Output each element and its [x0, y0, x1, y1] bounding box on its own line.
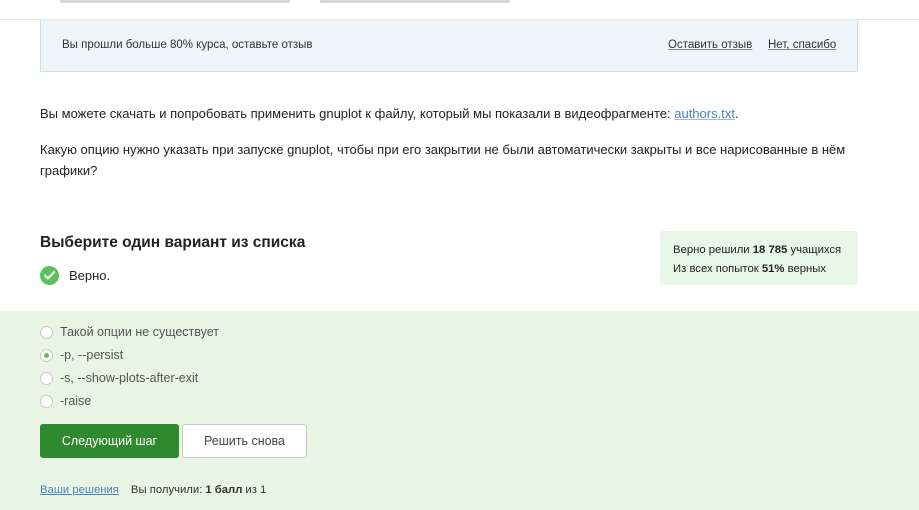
option-label: -p, --persist [60, 348, 124, 362]
quiz-heading: Выберите один вариант из списка [40, 234, 306, 251]
radio-button[interactable] [40, 394, 53, 408]
download-text: Вы можете скачать и попробовать применит… [40, 106, 675, 121]
question-text: Какую опцию нужно указать при запуске gn… [40, 142, 846, 178]
solved-prefix: Верно решили [673, 244, 753, 256]
no-thanks-link[interactable]: Нет, спасибо [768, 39, 836, 51]
your-solutions-link[interactable]: Ваши решения [40, 484, 119, 496]
score-suffix: из 1 [245, 484, 267, 496]
verdict-text: Верно. [69, 267, 111, 283]
retry-button[interactable]: Решить снова [182, 424, 307, 458]
option-no-such-option[interactable]: Такой опции не существует [40, 324, 219, 340]
authors-file-link[interactable]: authors.txt [674, 106, 735, 121]
sentence-end: . [734, 106, 739, 121]
option-label: Такой опции не существует [60, 325, 219, 339]
score-value: 1 балл [205, 484, 243, 496]
checkmark-icon [40, 265, 59, 285]
option-persist[interactable]: -p, --persist [40, 347, 123, 363]
option-label: -s, --show-plots-after-exit [60, 371, 199, 385]
radio-button[interactable] [40, 325, 53, 339]
attempts-percent: 51% [761, 263, 785, 275]
step-text-download: Вы можете скачать и попробовать применит… [40, 106, 739, 121]
radio-button-selected[interactable] [40, 348, 53, 362]
cut-off-text [320, 0, 510, 3]
cut-off-text [60, 0, 290, 3]
solved-count: 18 785 [752, 244, 788, 256]
feedback-message: Вы прошли больше 80% курса, оставьте отз… [62, 39, 313, 51]
solved-line: Верно решили 18 785 учащихся [673, 241, 858, 260]
attempts-line: Из всех попыток 51% верных [673, 260, 858, 279]
answer-area: Такой опции не существует -p, --persist … [0, 311, 919, 510]
attempts-suffix: верных [784, 263, 827, 275]
attempts-prefix: Из всех попыток [673, 263, 762, 275]
radio-dot [44, 352, 49, 358]
stats-box: Верно решили 18 785 учащихся Из всех поп… [660, 231, 858, 285]
leave-review-link[interactable]: Оставить отзыв [668, 39, 752, 51]
solved-suffix: учащихся [787, 244, 842, 256]
radio-button[interactable] [40, 371, 53, 385]
next-step-button[interactable]: Следующий шаг [40, 424, 179, 458]
top-cutoff-strip [0, 0, 919, 20]
option-show-plots[interactable]: -s, --show-plots-after-exit [40, 370, 198, 386]
result-footer: Ваши решения Вы получили: 1 балл из 1 [40, 484, 266, 496]
feedback-banner: Вы прошли больше 80% курса, оставьте отз… [40, 20, 858, 72]
option-label: -raise [60, 394, 92, 408]
score-prefix: Вы получили: [130, 484, 203, 496]
option-raise[interactable]: -raise [40, 393, 91, 409]
verdict: Верно. [40, 265, 110, 285]
